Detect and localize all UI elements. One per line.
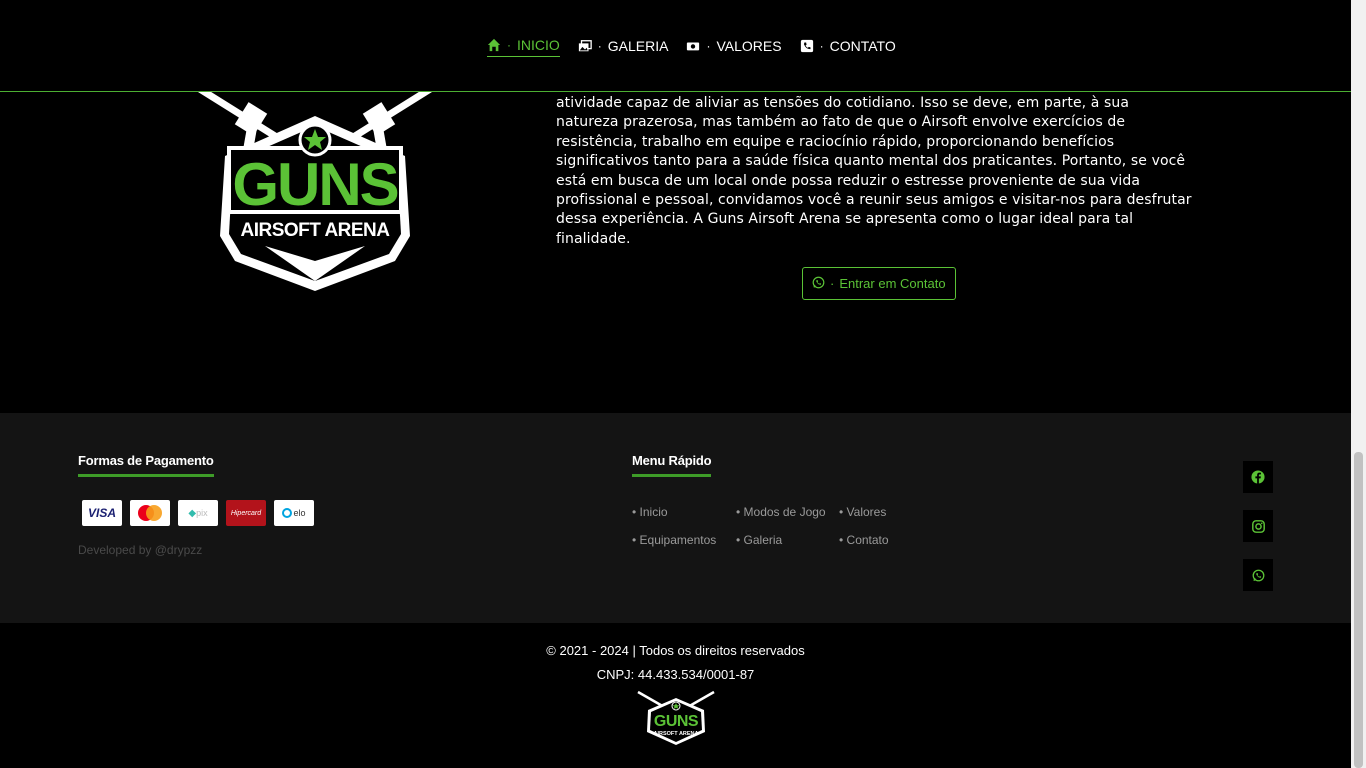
gallery-icon: [578, 39, 592, 53]
cnpj-text: CNPJ: 44.433.534/0001-87: [596, 667, 755, 682]
nav-item-valores[interactable]: · VALORES: [686, 37, 782, 57]
nav-item-contato[interactable]: · CONTATO: [800, 37, 896, 57]
footer: Formas de Pagamento VISA ◆ pix Hipercard…: [0, 413, 1351, 623]
hipercard-card-icon: Hipercard: [226, 500, 266, 526]
about-section: GUNS AIRSOFT ARENA atividade capaz de al…: [0, 92, 1351, 413]
page-scrollbar[interactable]: [1351, 0, 1366, 768]
guns-airsoft-arena-logo: GUNS AIRSOFT ARENA: [197, 92, 433, 291]
pix-card-icon: ◆ pix: [178, 500, 218, 526]
money-icon: [686, 39, 700, 53]
visa-card-icon: VISA: [82, 500, 122, 526]
quick-link-valores[interactable]: • Valores: [839, 505, 919, 519]
quick-link-modos-de-jogo[interactable]: • Modos de Jogo: [736, 505, 839, 519]
nav-separator: ·: [597, 38, 602, 53]
payments-title: Formas de Pagamento: [78, 453, 214, 477]
payment-cards: VISA ◆ pix Hipercard elo: [82, 500, 314, 526]
quick-menu-title: Menu Rápido: [632, 453, 712, 477]
facebook-icon: [1251, 470, 1265, 484]
nav-item-inicio[interactable]: · INICIO: [487, 37, 560, 57]
nav-item-label: VALORES: [716, 37, 782, 54]
scrollbar-thumb[interactable]: [1354, 452, 1363, 768]
copyright-bar: © 2021 - 2024 | Todos os direitos reserv…: [0, 623, 1351, 768]
contact-button-label: Entrar em Contato: [839, 276, 946, 291]
nav-separator: ·: [819, 38, 824, 53]
small-logo-title: GUNS: [654, 713, 699, 730]
nav-item-label: INICIO: [517, 37, 560, 53]
contact-button[interactable]: · Entrar em Contato: [802, 267, 956, 300]
elo-card-icon: elo: [274, 500, 314, 526]
phone-icon: [800, 39, 814, 53]
small-logo-subtitle: AIRSOFT ARENA: [653, 731, 698, 737]
instagram-icon: [1251, 519, 1265, 533]
top-navbar: · INICIO · GALERIA · VALORES · CONTATO: [0, 0, 1351, 92]
nav-item-label: GALERIA: [607, 37, 669, 54]
quick-menu-links: • Inicio • Modos de Jogo • Valores • Equ…: [632, 505, 919, 547]
instagram-button[interactable]: [1243, 510, 1273, 542]
nav-separator: ·: [706, 38, 711, 53]
nav-item-label: CONTATO: [829, 37, 896, 54]
home-icon: [487, 38, 501, 52]
about-paragraph: atividade capaz de aliviar as tensões do…: [556, 95, 1192, 247]
whatsapp-icon: [1252, 569, 1264, 581]
facebook-button[interactable]: [1243, 461, 1273, 493]
quick-link-inicio[interactable]: • Inicio: [632, 505, 736, 519]
nav-separator: ·: [507, 38, 511, 52]
nav-links: · INICIO · GALERIA · VALORES · CONTATO: [487, 37, 896, 57]
whatsapp-icon: [812, 276, 825, 292]
developer-credit[interactable]: Developed by @drypzz: [78, 543, 202, 557]
mastercard-card-icon: [130, 500, 170, 526]
quick-link-contato[interactable]: • Contato: [839, 533, 919, 547]
guns-airsoft-arena-small-logo: GUNS AIRSOFT ARENA: [637, 690, 715, 745]
logo-title: GUNS: [232, 151, 397, 218]
nav-item-galeria[interactable]: · GALERIA: [578, 37, 669, 57]
copyright-text: © 2021 - 2024 | Todos os direitos reserv…: [546, 643, 805, 658]
logo-subtitle: AIRSOFT ARENA: [240, 220, 390, 241]
whatsapp-button[interactable]: [1243, 559, 1273, 591]
cta-separator: ·: [830, 276, 835, 291]
quick-link-equipamentos[interactable]: • Equipamentos: [632, 533, 736, 547]
quick-link-galeria[interactable]: • Galeria: [736, 533, 839, 547]
